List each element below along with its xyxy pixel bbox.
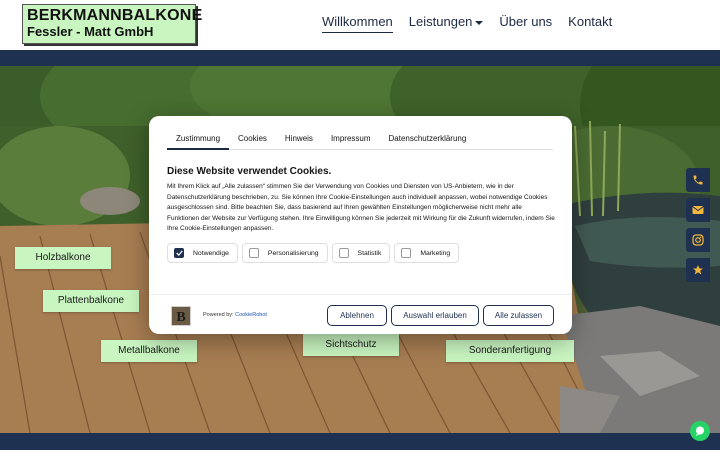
checkbox-checked-icon[interactable]	[174, 248, 184, 258]
allow-all-button[interactable]: Alle zulassen	[483, 305, 554, 326]
nav-item-willkommen[interactable]: Willkommen	[322, 14, 393, 33]
instagram-icon	[692, 234, 704, 246]
cookiebot-logo: B	[171, 306, 191, 326]
caret-down-icon	[475, 20, 484, 25]
nav-item-ueber-uns[interactable]: Über uns	[499, 14, 552, 33]
powered-by: Powered by: CookieRobot	[203, 312, 267, 318]
checkbox-icon[interactable]	[338, 248, 349, 258]
consent-personalisierung[interactable]: Personalisierung	[241, 243, 328, 263]
phone-icon	[693, 175, 703, 185]
consent-label: Statistik	[357, 249, 382, 257]
logo-letter: B	[176, 310, 185, 325]
logo-title: BERKMANNBALKONE	[27, 7, 203, 24]
dialog-divider	[149, 294, 572, 295]
nav-item-leistungen[interactable]: Leistungen	[409, 14, 484, 33]
chat-bubble-icon	[696, 426, 704, 436]
rating-button[interactable]	[686, 258, 710, 282]
tab-impressum[interactable]: Impressum	[322, 130, 380, 150]
checkbox-icon[interactable]	[248, 248, 259, 258]
tab-cookies[interactable]: Cookies	[229, 130, 276, 150]
email-button[interactable]	[686, 198, 710, 222]
tab-zustimmung[interactable]: Zustimmung	[167, 130, 230, 150]
instagram-button[interactable]	[686, 228, 710, 252]
site-header: BERKMANNBALKONE Fessler - Matt GmbH Will…	[0, 0, 720, 50]
consent-notwendige[interactable]: Notwendige	[167, 243, 238, 263]
cookie-tabs: Zustimmung Cookies Hinweis Impressum Dat…	[167, 130, 553, 150]
consent-options: Notwendige Personalisierung Statistik Ma…	[167, 243, 460, 263]
checkbox-icon[interactable]	[401, 248, 412, 258]
logo-subtitle: Fessler - Matt GmbH	[27, 24, 154, 39]
envelope-icon	[692, 206, 704, 214]
header-divider-bar	[0, 50, 720, 66]
category-sichtschutz[interactable]: Sichtschutz	[303, 334, 399, 356]
nav-item-kontakt[interactable]: Kontakt	[568, 14, 612, 33]
main-nav: Willkommen Leistungen Über uns Kontakt	[322, 14, 628, 33]
consent-marketing[interactable]: Marketing	[394, 243, 460, 263]
tab-hinweis[interactable]: Hinweis	[276, 130, 322, 150]
cookie-dialog-body: Mit Ihrem Klick auf „Alle zulassen“ stim…	[167, 183, 555, 233]
consent-label: Personalisierung	[267, 249, 319, 257]
powered-by-label: Powered by:	[203, 312, 234, 318]
category-plattenbalkone[interactable]: Plattenbalkone	[43, 290, 139, 312]
footer-bar	[0, 433, 720, 450]
tab-datenschutzerklaerung[interactable]: Datenschutzerklärung	[380, 130, 476, 150]
category-holzbalkone[interactable]: Holzbalkone	[15, 247, 111, 269]
reject-button[interactable]: Ablehnen	[327, 305, 387, 326]
allow-selection-button[interactable]: Auswahl erlauben	[391, 305, 479, 326]
cookierobot-link[interactable]: CookieRobot	[235, 312, 267, 318]
consent-label: Notwendige	[193, 249, 229, 257]
site-logo[interactable]: BERKMANNBALKONE Fessler - Matt GmbH	[22, 4, 203, 44]
cookie-consent-dialog: Zustimmung Cookies Hinweis Impressum Dat…	[149, 116, 572, 334]
nav-item-leistungen-label: Leistungen	[408, 14, 473, 29]
star-icon	[693, 265, 703, 275]
category-sonderanfertigung[interactable]: Sonderanfertigung	[446, 340, 574, 362]
consent-statistik[interactable]: Statistik	[331, 243, 391, 263]
cookie-dialog-title: Diese Website verwendet Cookies.	[167, 166, 332, 177]
category-metallbalkone[interactable]: Metallbalkone	[101, 340, 197, 362]
consent-label: Marketing	[420, 249, 451, 257]
phone-button[interactable]	[686, 168, 710, 192]
chat-button[interactable]	[690, 421, 710, 441]
